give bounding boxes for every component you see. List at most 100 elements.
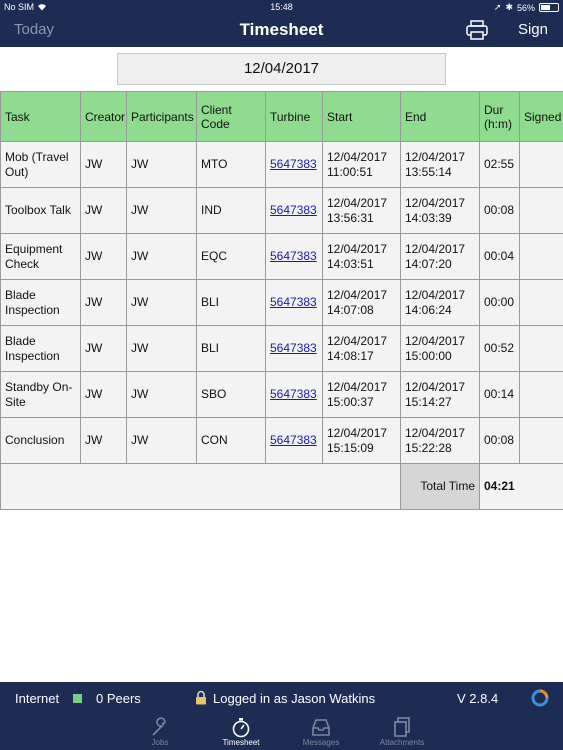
start-time: 15:00:37	[327, 394, 374, 409]
start-date: 12/04/2017	[327, 425, 388, 440]
navigation-bar: Today Timesheet Sign	[0, 14, 563, 47]
tab-attachments-label: Attachments	[379, 738, 425, 747]
cell-participants: JW	[126, 325, 197, 372]
start-date: 12/04/2017	[327, 287, 388, 302]
end-date: 12/04/2017	[405, 425, 466, 440]
table-row[interactable]: Equipment Check JW JW EQC 5647383 12/04/2…	[0, 233, 563, 280]
cell-signed	[519, 417, 563, 464]
cell-signed	[519, 371, 563, 418]
task-line2: Check	[5, 256, 40, 271]
end-date: 12/04/2017	[405, 241, 466, 256]
end-time: 14:03:39	[405, 210, 452, 225]
tab-bar: Jobs Timesheet Messages Attachments	[0, 714, 563, 750]
task-line1: Equipment	[5, 241, 63, 256]
start-time: 14:03:51	[327, 256, 374, 271]
turbine-link[interactable]: 5647383	[270, 157, 317, 171]
turbine-link[interactable]: 5647383	[270, 249, 317, 263]
cell-signed	[519, 279, 563, 326]
location-icon: ➚	[493, 2, 502, 12]
end-date: 12/04/2017	[405, 195, 466, 210]
cell-creator: JW	[80, 371, 127, 418]
cell-duration: 00:04	[479, 233, 520, 280]
cell-turbine: 5647383	[265, 279, 323, 326]
cell-creator: JW	[80, 325, 127, 372]
cell-end: 12/04/2017 14:06:24	[400, 279, 480, 326]
documents-icon	[394, 717, 410, 737]
total-time-label: Total Time	[400, 463, 480, 510]
cell-duration: 00:08	[479, 417, 520, 464]
cell-end: 12/04/2017 14:03:39	[400, 187, 480, 234]
cell-duration: 00:00	[479, 279, 520, 326]
end-date: 12/04/2017	[405, 149, 466, 164]
table-row[interactable]: Blade Inspection JW JW BLI 5647383 12/04/…	[0, 325, 563, 372]
turbine-link[interactable]: 5647383	[270, 433, 317, 447]
cell-client-code: MTO	[196, 141, 266, 188]
cell-signed	[519, 141, 563, 188]
cell-task: Equipment Check	[0, 233, 81, 280]
start-time: 14:07:08	[327, 302, 374, 317]
end-time: 13:55:14	[405, 164, 452, 179]
app-version: V 2.8.4	[457, 691, 499, 706]
turbine-link[interactable]: 5647383	[270, 387, 317, 401]
turbine-link[interactable]: 5647383	[270, 341, 317, 355]
table-row[interactable]: Conclusion JW JW CON 5647383 12/04/2017 1…	[0, 417, 563, 464]
turbine-link[interactable]: 5647383	[270, 203, 317, 217]
end-date: 12/04/2017	[405, 379, 466, 394]
tab-messages-label: Messages	[302, 738, 340, 747]
header-dur-line2: (h:m)	[484, 116, 512, 131]
cell-client-code: SBO	[196, 371, 266, 418]
cell-end: 12/04/2017 13:55:14	[400, 141, 480, 188]
tab-timesheet[interactable]: Timesheet	[201, 714, 281, 750]
tab-timesheet-label: Timesheet	[222, 738, 260, 747]
cell-task: Standby On- Site	[0, 371, 81, 418]
stopwatch-icon	[232, 718, 250, 738]
cell-duration: 00:14	[479, 371, 520, 418]
cell-participants: JW	[126, 141, 197, 188]
cell-start: 12/04/2017 11:00:51	[322, 141, 401, 188]
cell-turbine: 5647383	[265, 325, 323, 372]
cell-end: 12/04/2017 15:00:00	[400, 325, 480, 372]
timesheet-table: Task Creator Participants Client Code Tu…	[0, 91, 563, 510]
cell-client-code: BLI	[196, 325, 266, 372]
end-date: 12/04/2017	[405, 333, 466, 348]
info-bar: Internet 0 Peers Logged in as Jason Watk…	[0, 682, 563, 714]
table-row[interactable]: Blade Inspection JW JW BLI 5647383 12/04/…	[0, 279, 563, 326]
logged-in-user: Logged in as Jason Watkins	[213, 691, 376, 706]
cell-signed	[519, 233, 563, 280]
tab-attachments[interactable]: Attachments	[362, 714, 442, 750]
cell-turbine: 5647383	[265, 187, 323, 234]
cell-client-code: BLI	[196, 279, 266, 326]
turbine-link[interactable]: 5647383	[270, 295, 317, 309]
task-line2: Site	[5, 394, 26, 409]
header-task: Task	[0, 91, 81, 142]
cell-creator: JW	[80, 279, 127, 326]
header-end: End	[400, 91, 480, 142]
sync-status-icon[interactable]	[531, 689, 549, 707]
task-line1: Standby On-	[5, 379, 73, 394]
date-selector[interactable]: 12/04/2017	[117, 53, 446, 85]
cell-start: 12/04/2017 15:00:37	[322, 371, 401, 418]
cell-duration: 00:52	[479, 325, 520, 372]
table-header-row: Task Creator Participants Client Code Tu…	[0, 91, 563, 142]
wrench-icon	[152, 717, 166, 736]
table-row[interactable]: Toolbox Talk JW JW IND 5647383 12/04/201…	[0, 187, 563, 234]
header-dur-line1: Dur	[484, 102, 504, 117]
end-time: 14:07:20	[405, 256, 452, 271]
tab-messages[interactable]: Messages	[281, 714, 361, 750]
cell-start: 12/04/2017 14:08:17	[322, 325, 401, 372]
table-row[interactable]: Mob (Travel Out) JW JW MTO 5647383 12/04/…	[0, 141, 563, 188]
sign-button[interactable]: Sign	[518, 21, 548, 38]
cell-participants: JW	[126, 417, 197, 464]
table-row[interactable]: Standby On- Site JW JW SBO 5647383 12/04/…	[0, 371, 563, 418]
tab-jobs[interactable]: Jobs	[120, 714, 200, 750]
cell-start: 12/04/2017 15:15:09	[322, 417, 401, 464]
cell-creator: JW	[80, 233, 127, 280]
cell-start: 12/04/2017 14:07:08	[322, 279, 401, 326]
header-turbine: Turbine	[265, 91, 323, 142]
cell-end: 12/04/2017 15:14:27	[400, 371, 480, 418]
printer-icon[interactable]	[466, 20, 488, 40]
status-icons: ➚ ✱ 56%	[494, 2, 559, 13]
start-date: 12/04/2017	[327, 379, 388, 394]
total-row: Total Time 04:21	[0, 463, 563, 510]
start-date: 12/04/2017	[327, 149, 388, 164]
